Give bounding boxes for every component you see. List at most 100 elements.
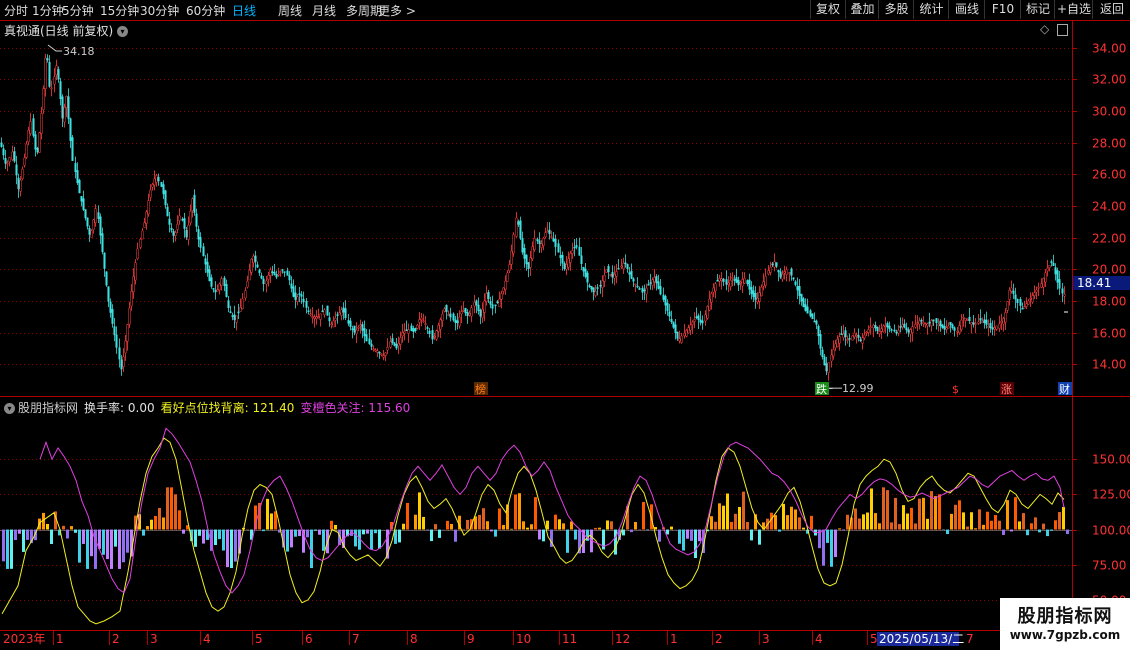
indicator-dropdown-icon[interactable]: ▾ <box>4 403 15 414</box>
indicator-bar-up <box>786 515 789 530</box>
candle-body <box>510 250 513 265</box>
annotations: 34.18←12.9918.41榜跌$涨财 <box>47 44 1130 396</box>
candle-body <box>783 271 786 274</box>
indicator-bar-up <box>874 513 877 530</box>
candle-body <box>817 325 820 337</box>
candle-body <box>94 208 97 224</box>
candle-body <box>964 318 967 321</box>
diamond-icon[interactable]: ◇ <box>1040 22 1049 36</box>
candle-body <box>1056 270 1059 283</box>
candle-body <box>149 189 152 198</box>
indicator-bar-down <box>1050 529 1053 531</box>
candle-body <box>241 298 244 309</box>
dropdown-icon[interactable]: ▾ <box>117 26 129 37</box>
candle-body <box>435 330 438 340</box>
candle-body <box>6 162 9 165</box>
candle-body <box>874 325 877 329</box>
indicator-bar-up <box>482 508 485 530</box>
panel-menu-icon[interactable] <box>1057 23 1069 36</box>
indicator-value-1: 看好点位找背离: 121.40 <box>160 401 295 415</box>
candle-body <box>97 212 100 219</box>
candle-body <box>960 319 963 330</box>
candle-body <box>815 320 818 325</box>
candle-body <box>1008 290 1011 300</box>
candle-body <box>857 335 860 338</box>
candle-body <box>0 142 3 147</box>
candle-body <box>718 277 721 282</box>
candle-body <box>632 278 635 282</box>
candle-body <box>262 278 265 285</box>
candle-body <box>752 290 755 297</box>
candle-body <box>166 206 169 217</box>
price-tick-label: 34.00 <box>1092 42 1126 56</box>
candle-body <box>922 321 925 325</box>
candle-body <box>846 339 849 341</box>
candle-body <box>758 292 761 302</box>
candle-body <box>288 275 291 281</box>
candle-body <box>1061 288 1064 294</box>
tail-month-label: 7 <box>966 632 974 646</box>
event-marker-1: 跌 <box>816 382 827 396</box>
candle-body <box>565 264 568 270</box>
candle-body <box>363 328 366 337</box>
candle-body <box>361 324 364 331</box>
indicator-bar-up <box>558 519 561 530</box>
indicator-bar-down <box>90 529 93 557</box>
candle-body <box>827 362 830 374</box>
candle-body <box>515 217 518 237</box>
candle-body <box>821 349 824 357</box>
indicator-bar-down <box>222 529 225 551</box>
candle-body <box>172 230 175 236</box>
indicator-bar-up <box>162 517 165 530</box>
candle-body <box>626 264 629 269</box>
cursor-date-label: 2025/05/13/二 <box>879 632 964 646</box>
candle-body <box>974 323 977 325</box>
candle-body <box>155 175 158 183</box>
candle-body <box>838 336 841 344</box>
indicator-bar-up <box>958 500 961 530</box>
candle-body <box>115 334 118 348</box>
candle-body <box>643 289 646 292</box>
candle-body <box>397 343 400 347</box>
candle-body <box>590 286 593 290</box>
candle-body <box>569 253 572 263</box>
indicator-bar-up <box>330 520 333 530</box>
indicator-bar-up <box>530 524 533 530</box>
candle-body <box>611 272 614 278</box>
indicator-tick-label: 125.00 <box>1092 488 1130 502</box>
candle-body <box>909 329 912 335</box>
candle-body <box>924 323 927 326</box>
candle-body <box>25 143 28 158</box>
candle-body <box>920 319 923 322</box>
candle-body <box>426 327 429 329</box>
candle-body <box>895 331 898 334</box>
candle-body <box>500 293 503 300</box>
candle-body <box>813 320 816 323</box>
candle-body <box>176 223 179 230</box>
candle-body <box>332 320 335 328</box>
candle-body <box>767 270 770 275</box>
candle-body <box>613 274 616 279</box>
candle-body <box>69 118 72 141</box>
candle-body <box>550 236 553 238</box>
candle-body <box>147 200 150 215</box>
candle-body <box>120 359 123 370</box>
indicator-bar-down <box>218 529 221 540</box>
candle-body <box>88 228 91 235</box>
month-label-13: 2 <box>715 632 723 646</box>
candle-body <box>594 291 597 296</box>
candle-body <box>323 309 326 316</box>
stock-chart[interactable]: 14.00 16.00 18.00 20.00 22.00 24.00 26.00 28.00… <box>0 0 1130 650</box>
indicator-bar-up <box>170 487 173 530</box>
candle-body <box>214 290 217 293</box>
candle-body <box>185 230 188 238</box>
candle-body <box>615 271 618 277</box>
candle-body <box>972 322 975 325</box>
candle-body <box>246 281 249 288</box>
watermark-line2: www.7gpzb.com <box>1009 628 1121 642</box>
candle-body <box>420 317 423 321</box>
candle-body <box>970 322 973 325</box>
candle-body <box>328 317 331 322</box>
indicator-bar-up <box>862 514 865 530</box>
indicator-bar-up <box>266 498 269 530</box>
